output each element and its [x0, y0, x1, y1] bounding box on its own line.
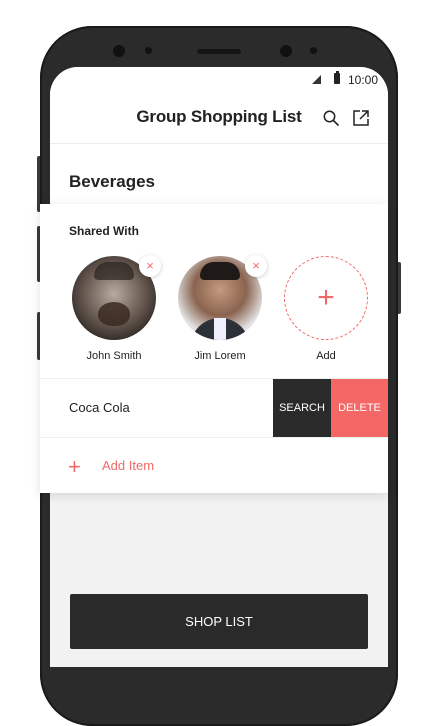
signal-icon — [312, 75, 321, 84]
camera-icon — [113, 45, 125, 57]
camera-icon — [280, 45, 292, 57]
add-member-button[interactable]: + — [284, 256, 368, 340]
speaker-grille — [197, 49, 241, 54]
list-title: Beverages — [69, 172, 156, 191]
delete-item-button[interactable]: DELETE — [331, 379, 388, 437]
shared-with-label: Shared With — [69, 224, 139, 238]
search-item-button[interactable]: SEARCH — [273, 379, 331, 437]
add-member[interactable]: + Add — [281, 256, 371, 362]
remove-member-button[interactable]: × — [139, 255, 161, 277]
search-icon[interactable] — [323, 110, 339, 126]
avatar-shirt — [214, 318, 226, 340]
add-item-label: Add Item — [102, 458, 155, 473]
add-item-row[interactable]: + Add Item — [40, 440, 388, 492]
battery-icon — [334, 71, 340, 84]
item-name: Coca Cola — [69, 400, 130, 415]
member-name: Jim Lorem — [194, 350, 246, 362]
share-icon[interactable] — [352, 109, 370, 127]
remove-member-button[interactable]: × — [245, 255, 267, 277]
list-header: Beverages — [50, 143, 388, 204]
shared-list-card: Shared With John Smith × Jim Lorem × + A… — [40, 204, 388, 493]
plus-icon: + — [68, 454, 81, 479]
app-header: Group Shopping List — [50, 91, 388, 143]
status-bar: 10:00 — [50, 67, 388, 91]
member-name: John Smith — [86, 350, 142, 362]
avatar-beard — [98, 302, 130, 326]
sensor-icon — [145, 47, 152, 54]
list-item[interactable]: Coca Cola SEARCH DELETE — [40, 378, 388, 438]
sensor-icon — [310, 47, 317, 54]
add-member-label: Add — [316, 350, 336, 362]
avatar-hair — [200, 262, 240, 280]
status-time: 10:00 — [347, 73, 378, 87]
shop-list-button[interactable]: SHOP LIST — [70, 594, 368, 649]
avatar-hair — [94, 262, 134, 280]
